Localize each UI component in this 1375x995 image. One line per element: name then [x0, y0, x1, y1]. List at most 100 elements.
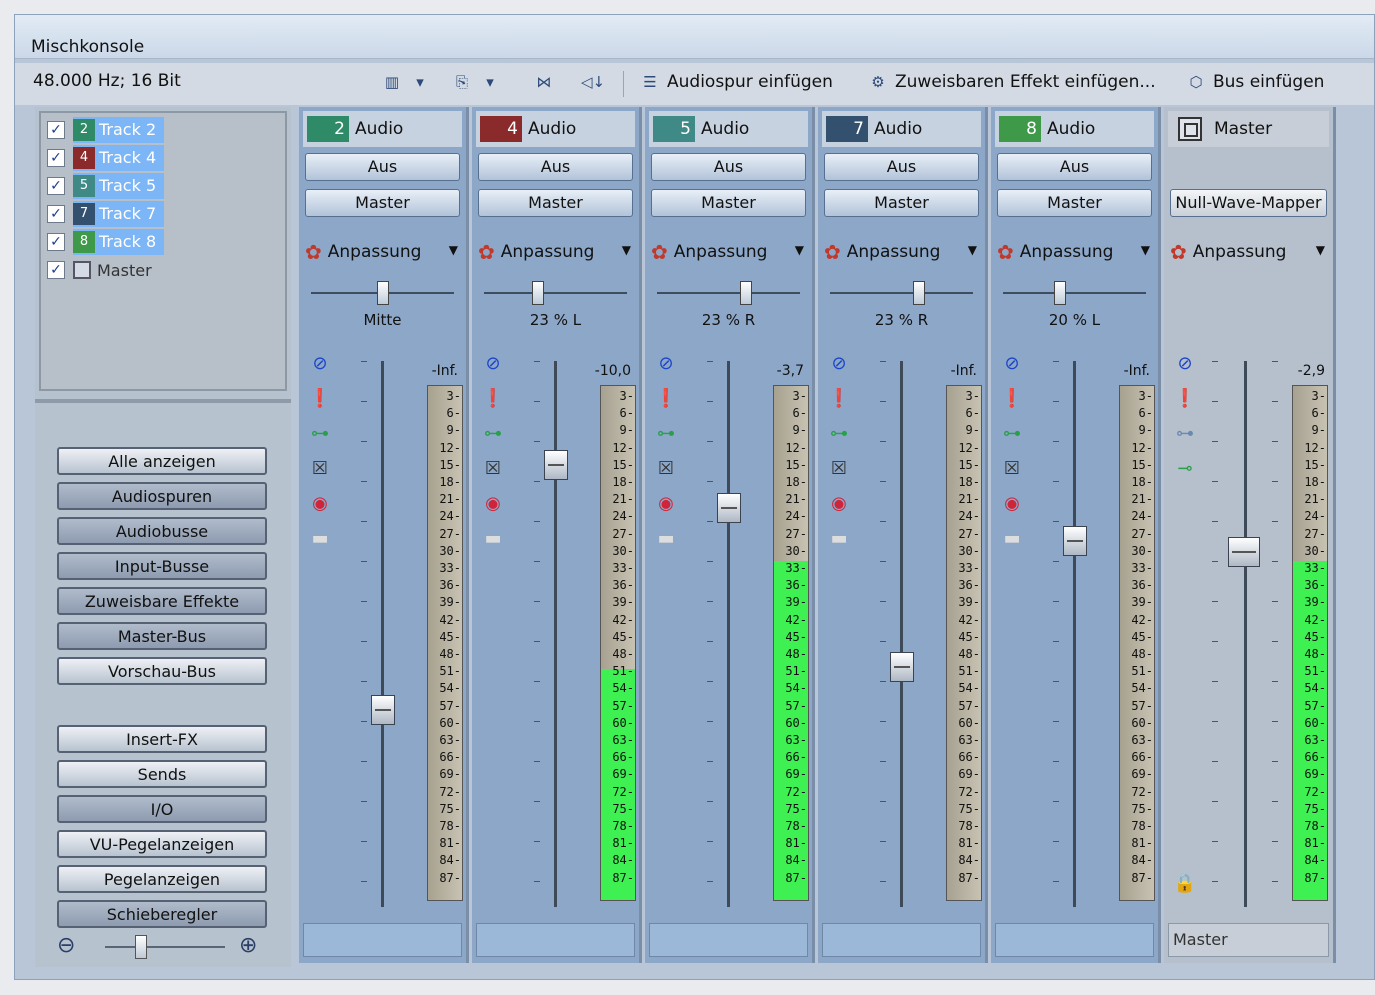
pan-slider[interactable]	[1003, 281, 1146, 305]
insert-fx-section-button[interactable]: Insert-FX	[57, 725, 267, 753]
pan-slider-handle[interactable]	[1054, 281, 1067, 305]
output-selector-button[interactable]: Master	[651, 189, 806, 217]
automation-icon[interactable]: ⊶	[999, 423, 1025, 444]
fx-chain-button[interactable]: ✿ Anpassung ▼	[651, 237, 806, 267]
checkbox-icon[interactable]: ✓	[47, 149, 65, 167]
solo-icon[interactable]: ❗	[307, 388, 333, 409]
dropdown-icon[interactable]: ▾	[409, 72, 431, 92]
chevron-down-icon[interactable]: ▼	[795, 243, 804, 257]
chevron-down-icon[interactable]: ▼	[1316, 243, 1325, 257]
bypass-icon[interactable]: ⊘	[826, 353, 852, 374]
layout-button[interactable]: ▥ ▾	[381, 69, 431, 95]
insert-bus-button[interactable]: ⬡ Bus einfügen	[1185, 69, 1324, 95]
bypass-icon[interactable]: ⊘	[1172, 353, 1198, 374]
faders-section-button[interactable]: Schieberegler	[57, 900, 267, 928]
envelope-icon[interactable]: ☒	[999, 458, 1025, 479]
output-device-button[interactable]: Null-Wave-Mapper	[1170, 189, 1327, 217]
record-arm-icon[interactable]: ◉	[480, 493, 506, 514]
bypass-icon[interactable]: ⊘	[480, 353, 506, 374]
output-selector-button[interactable]: Master	[824, 189, 979, 217]
output-selector-button[interactable]: Master	[305, 189, 460, 217]
pan-slider-track[interactable]	[1003, 292, 1146, 294]
track-list-item[interactable]: ✓ 8 Track 8	[47, 229, 165, 255]
track-list-item[interactable]: ✓ 4 Track 4	[47, 145, 165, 171]
automation-icon[interactable]: ⊶	[653, 423, 679, 444]
insert-audio-track-button[interactable]: ☰ Audiospur einfügen	[639, 69, 833, 95]
solo-icon[interactable]: ❗	[999, 388, 1025, 409]
envelope-icon[interactable]: ☒	[653, 458, 679, 479]
strip-header[interactable]: 2 Audio	[303, 111, 462, 147]
vu-meters-section-button[interactable]: VU-Pegelanzeigen	[57, 830, 267, 858]
solo-icon[interactable]: ❗	[480, 388, 506, 409]
strip-name-field[interactable]	[476, 923, 635, 957]
track-list-item[interactable]: ✓ 7 Track 7	[47, 201, 165, 227]
audio-busses-button[interactable]: Audiobusse	[57, 517, 267, 545]
strip-name-field[interactable]: Master	[1168, 923, 1329, 957]
mute-icon[interactable]: ▬	[480, 528, 506, 549]
pane-divider[interactable]	[35, 399, 291, 403]
solo-icon[interactable]: ❗	[653, 388, 679, 409]
chevron-down-icon[interactable]: ▼	[1141, 243, 1150, 257]
record-arm-icon[interactable]: ◉	[999, 493, 1025, 514]
track-list-item[interactable]: ✓ 2 Track 2	[47, 117, 165, 143]
fx-chain-button[interactable]: ✿ Anpassung ▼	[1170, 237, 1327, 267]
zoom-slider-track[interactable]	[105, 946, 225, 948]
pan-slider-handle[interactable]	[532, 281, 545, 305]
volume-fader-track[interactable]	[554, 361, 557, 907]
track-list-item[interactable]: ✓ 5 Track 5	[47, 173, 165, 199]
automation-icon[interactable]: ⊶	[1172, 423, 1198, 444]
chevron-down-icon[interactable]: ▼	[622, 243, 631, 257]
volume-fader-handle[interactable]	[717, 493, 741, 524]
volume-fader-track[interactable]	[727, 361, 730, 907]
audio-tracks-button[interactable]: Audiospuren	[57, 482, 267, 510]
master-bus-button[interactable]: Master-Bus	[57, 622, 267, 650]
zoom-slider-handle[interactable]	[135, 935, 147, 959]
dim-output-button[interactable]: ◁↓	[581, 69, 605, 95]
bypass-icon[interactable]: ⊘	[999, 353, 1025, 374]
preview-bus-button[interactable]: Vorschau-Bus	[57, 657, 267, 685]
solo-icon[interactable]: ❗	[826, 388, 852, 409]
strip-name-field[interactable]	[995, 923, 1154, 957]
pan-slider-handle[interactable]	[376, 281, 389, 305]
volume-fader-track[interactable]	[381, 361, 384, 907]
meters-section-button[interactable]: Pegelanzeigen	[57, 865, 267, 893]
input-selector-button[interactable]: Aus	[824, 153, 979, 181]
strip-name-field[interactable]	[303, 923, 462, 957]
io-section-button[interactable]: I/O	[57, 795, 267, 823]
insert-assignable-fx-button[interactable]: ⚙ Zuweisbaren Effekt einfügen...	[867, 69, 1155, 95]
volume-fader-handle[interactable]	[1063, 526, 1087, 557]
mute-icon[interactable]: ▬	[653, 528, 679, 549]
show-all-button[interactable]: Alle anzeigen	[57, 447, 267, 475]
automation-icon[interactable]: ⊶	[307, 423, 333, 444]
solo-icon[interactable]: ❗	[1172, 388, 1198, 409]
record-arm-icon[interactable]: ◉	[653, 493, 679, 514]
fx-chain-button[interactable]: ✿ Anpassung ▼	[305, 237, 460, 267]
pan-slider-handle[interactable]	[912, 281, 925, 305]
volume-fader-handle[interactable]	[371, 695, 395, 726]
chevron-down-icon[interactable]: ▼	[449, 243, 458, 257]
bypass-icon[interactable]: ⊘	[307, 353, 333, 374]
chevron-down-icon[interactable]: ▼	[968, 243, 977, 257]
mute-icon[interactable]: ▬	[999, 528, 1025, 549]
volume-fader-handle[interactable]	[890, 651, 914, 682]
envelope-icon[interactable]: ☒	[480, 458, 506, 479]
volume-fader-track[interactable]	[1244, 361, 1247, 907]
mute-icon[interactable]: ▬	[826, 528, 852, 549]
strip-header[interactable]: 8 Audio	[995, 111, 1154, 147]
strip-header[interactable]: Master	[1168, 111, 1329, 147]
volume-fader-track[interactable]	[1073, 361, 1076, 907]
pan-slider[interactable]	[311, 281, 454, 305]
envelope-icon[interactable]: ☒	[826, 458, 852, 479]
checkbox-icon[interactable]: ✓	[47, 121, 65, 139]
assignable-fx-button[interactable]: Zuweisbare Effekte	[57, 587, 267, 615]
strip-header[interactable]: 7 Audio	[822, 111, 981, 147]
checkbox-icon[interactable]: ✓	[47, 205, 65, 223]
downmix-button[interactable]: ⋈	[533, 69, 555, 95]
checkbox-icon[interactable]: ✓	[47, 261, 65, 279]
strip-name-field[interactable]	[649, 923, 808, 957]
strip-name-field[interactable]	[822, 923, 981, 957]
strip-header[interactable]: 5 Audio	[649, 111, 808, 147]
checkbox-icon[interactable]: ✓	[47, 177, 65, 195]
zoom-in-icon[interactable]: ⊕	[239, 933, 257, 958]
envelope-icon[interactable]: ☒	[307, 458, 333, 479]
